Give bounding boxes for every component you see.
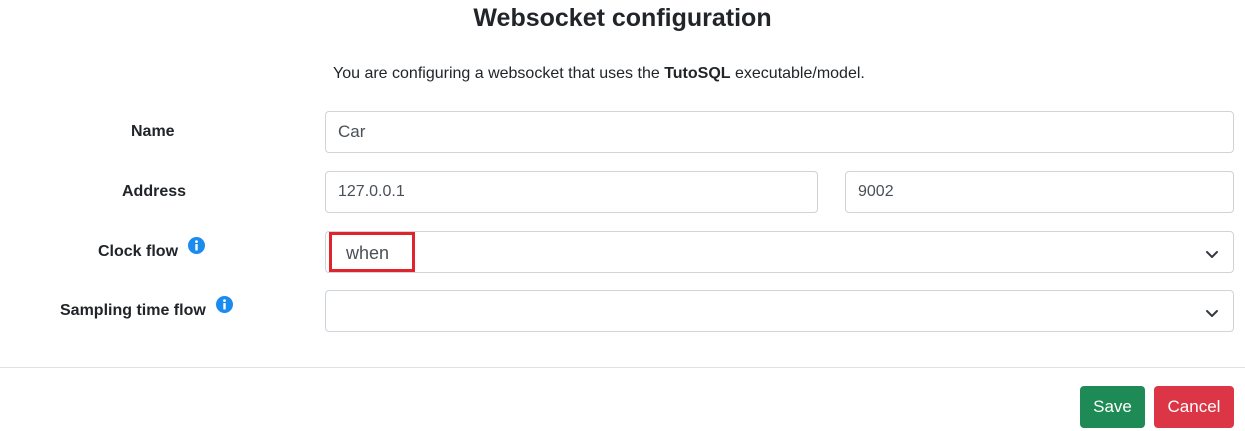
address-host-input[interactable] — [325, 171, 818, 213]
info-icon[interactable] — [188, 229, 206, 271]
address-label: Address — [122, 183, 187, 200]
clock-flow-select[interactable]: when — [325, 231, 1234, 273]
name-label: Name — [131, 123, 175, 140]
cancel-button[interactable]: Cancel — [1154, 386, 1234, 428]
clock-flow-selected-value: when — [346, 243, 390, 263]
info-icon[interactable] — [215, 288, 233, 330]
sampling-time-flow-row: Sampling time flow — [0, 290, 1245, 332]
page-title: Websocket configuration — [473, 4, 772, 32]
intro-prefix: You are configuring a websocket that use… — [333, 65, 665, 82]
name-input[interactable] — [325, 111, 1234, 153]
intro-model-name: TutoSQL — [664, 65, 731, 82]
clock-flow-label-group: Clock flow — [98, 229, 206, 273]
sampling-time-flow-select[interactable] — [325, 290, 1234, 332]
intro-text: You are configuring a websocket that use… — [333, 62, 865, 86]
name-row: Name — [0, 111, 1245, 153]
websocket-config-dialog: Websocket configuration You are configur… — [0, 0, 1245, 431]
sampling-time-flow-label-group: Sampling time flow — [60, 290, 233, 332]
intro-suffix: executable/model. — [730, 65, 865, 82]
clock-flow-row: Clock flow when — [0, 231, 1245, 273]
address-port-input[interactable] — [845, 171, 1234, 213]
chevron-down-icon — [1205, 247, 1219, 265]
sampling-time-flow-label: Sampling time flow — [60, 302, 206, 319]
save-button[interactable]: Save — [1080, 386, 1145, 428]
footer-divider — [0, 367, 1245, 368]
clock-flow-label: Clock flow — [98, 243, 179, 260]
chevron-down-icon — [1205, 306, 1219, 324]
address-row: Address — [0, 171, 1245, 213]
